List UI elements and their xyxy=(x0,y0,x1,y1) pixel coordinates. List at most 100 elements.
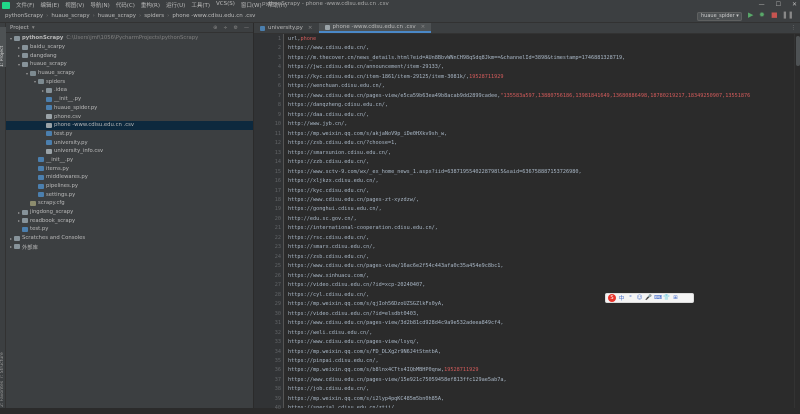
line-number: 14 xyxy=(253,158,281,167)
breadcrumb-item[interactable]: phone -www.cdisu.edu.cn .csv xyxy=(170,13,257,19)
url-value: https://smarxunion.cdisu.edu.cn/, xyxy=(288,150,391,156)
emoji-icon[interactable]: ☺ xyxy=(636,295,643,301)
tree-item[interactable]: ▾huaue_scrapy xyxy=(6,60,253,69)
window-title: pythonScrapy - phone -www.cdisu.edu.cn .… xyxy=(262,1,389,7)
line-number: 32 xyxy=(253,329,281,338)
tree-item[interactable]: middlewares.py xyxy=(6,173,253,182)
menu-item[interactable]: 重构(R) xyxy=(138,1,163,9)
url-value: https://weli.cdisu.edu.cn/, xyxy=(288,330,372,336)
toolbox-icon[interactable]: ⊞ xyxy=(672,295,679,301)
breadcrumb-item[interactable]: huaue_scrapy xyxy=(49,13,91,19)
pause-icon[interactable]: ❚❚ xyxy=(782,11,794,19)
close-tab-icon[interactable]: × xyxy=(308,25,313,31)
menu-item[interactable]: 编辑(E) xyxy=(37,1,62,9)
tree-item[interactable]: ▸Scratches and Consoles xyxy=(6,234,253,243)
code-line: https://international-cooperation.cdisu.… xyxy=(288,224,438,233)
microphone-icon[interactable]: 🎤 xyxy=(645,295,652,301)
tree-item[interactable]: pipelines.py xyxy=(6,182,253,191)
tree-item[interactable]: settings.py xyxy=(6,190,253,199)
url-value: https://wenchuan.cdisu.edu.cn/, xyxy=(288,83,385,89)
menu-item[interactable]: 导航(N) xyxy=(87,1,112,9)
line-number: 40 xyxy=(253,404,281,413)
tree-item[interactable]: ▸jingdong_scrapy xyxy=(6,208,253,217)
code-editor[interactable]: url,phonehttps://www.cdisu.edu.cn/,https… xyxy=(285,34,794,408)
line-number: 13 xyxy=(253,149,281,158)
chinese-mode-icon[interactable]: 中 xyxy=(618,294,625,302)
menu-item[interactable]: 窗口(W) xyxy=(238,1,265,9)
tree-item[interactable]: ▸.idea xyxy=(6,86,253,95)
code-line: https://jwc.cdisu.edu.cn/announcement/it… xyxy=(288,63,444,72)
more-tabs-icon[interactable]: ⋮ xyxy=(791,23,800,33)
tree-item[interactable]: scrapy.cfg xyxy=(6,199,253,208)
tree-item[interactable]: test.py xyxy=(6,130,253,139)
code-line: https://danqzheng.cdisu.edu.cn/, xyxy=(288,101,388,110)
tree-item[interactable]: test.py xyxy=(6,225,253,234)
url-value: https://rsc.cdisu.edu.cn/, xyxy=(288,235,369,241)
tree-item[interactable]: __init__.py xyxy=(6,95,253,104)
url-value: http://www.jyb.cn/, xyxy=(288,121,347,127)
code-line: https://rsc.cdisu.edu.cn/, xyxy=(288,234,369,243)
skin-icon[interactable]: 👕 xyxy=(663,295,670,301)
debug-icon[interactable]: ✹ xyxy=(759,11,765,19)
code-line: https://daa.cdisu.edu.cn/, xyxy=(288,111,369,120)
sogou-logo-icon[interactable]: S xyxy=(608,294,616,302)
menu-item[interactable]: VCS(S) xyxy=(213,1,238,9)
editor-tab[interactable]: university.py× xyxy=(254,23,319,33)
tree-item[interactable]: university_info.csv xyxy=(6,147,253,156)
stop-icon[interactable]: ■ xyxy=(771,11,778,19)
menu-bar: 文件(F)编辑(E)视图(V)导航(N)代码(C)重构(R)运行(U)工具(T)… xyxy=(0,0,800,10)
tree-item[interactable]: ▾huaue_scrapy xyxy=(6,69,253,78)
close-tab-icon[interactable]: × xyxy=(421,24,426,30)
url-value: https://zsb.cdisu.edu.cn/, xyxy=(288,254,369,260)
vertical-scrollbar[interactable] xyxy=(794,34,800,408)
code-line: http://edu.sc.gov.cn/, xyxy=(288,215,357,224)
tree-item-label: test.py xyxy=(54,131,72,137)
tree-item[interactable]: __init__.py xyxy=(6,156,253,165)
run-config-select[interactable]: huaue_spider ▾ xyxy=(697,12,742,21)
py-file-icon xyxy=(46,140,52,145)
code-line: http://www.jyb.cn/, xyxy=(288,120,347,129)
project-panel-title[interactable]: Project xyxy=(10,25,29,31)
tree-item[interactable]: huaue_spider.py xyxy=(6,104,253,113)
menu-item[interactable]: 运行(U) xyxy=(163,1,188,9)
tree-item[interactable]: ▸baidu_scarpy xyxy=(6,43,253,52)
locate-icon[interactable]: ⊕ xyxy=(213,25,217,31)
chevron-down-icon[interactable]: ▾ xyxy=(32,25,35,31)
folder-file-icon xyxy=(14,244,20,249)
line-number: 24 xyxy=(253,253,281,262)
line-number: 12 xyxy=(253,139,281,148)
tree-item[interactable]: ▸dangdang xyxy=(6,51,253,60)
punctuation-icon[interactable]: ° xyxy=(627,295,634,301)
tree-item[interactable]: phone -www.cdisu.edu.cn .csv xyxy=(6,121,253,130)
tree-item[interactable]: university.py xyxy=(6,138,253,147)
editor-tab[interactable]: phone -www.cdisu.edu.cn .csv× xyxy=(319,23,432,33)
keyboard-icon[interactable]: ⌨ xyxy=(654,295,661,301)
tree-item[interactable]: phone.csv xyxy=(6,112,253,121)
menu-item[interactable]: 视图(V) xyxy=(62,1,87,9)
tree-item[interactable]: ▸readbook_scrapy xyxy=(6,216,253,225)
tree-item-path: C:\Users\jmf\1056\PycharmProjects\python… xyxy=(66,35,198,41)
menu-item[interactable]: 工具(T) xyxy=(188,1,213,9)
tree-item[interactable]: ▾pythonScrapyC:\Users\jmf\1056\PycharmPr… xyxy=(6,34,253,43)
maximize-icon[interactable]: ☐ xyxy=(776,1,781,8)
run-icon[interactable]: ▶ xyxy=(748,11,753,19)
close-window-icon[interactable]: ✕ xyxy=(792,1,797,8)
gear-icon[interactable]: ⚙ xyxy=(234,25,238,31)
tree-item[interactable]: ▸外部库 xyxy=(6,243,253,252)
tree-item[interactable]: ▾spiders xyxy=(6,77,253,86)
scrollbar-thumb[interactable] xyxy=(796,36,800,66)
breadcrumb-item[interactable]: huaue_scrapy xyxy=(96,13,138,19)
tree-item[interactable]: items.py xyxy=(6,164,253,173)
line-number: 19 xyxy=(253,205,281,214)
folder-file-icon xyxy=(22,62,28,67)
collapse-all-icon[interactable]: ÷ xyxy=(223,25,227,31)
minimize-icon[interactable]: — xyxy=(759,1,765,8)
line-number: 5 xyxy=(253,73,281,82)
code-line: https://www.cdisu.edu.cn/pages-view/15e9… xyxy=(288,376,507,385)
menu-item[interactable]: 代码(C) xyxy=(113,1,138,9)
url-value: https://jwc.cdisu.edu.cn/announcement/it… xyxy=(288,64,444,70)
menu-item[interactable]: 文件(F) xyxy=(13,1,37,9)
hide-icon[interactable]: — xyxy=(244,25,249,31)
breadcrumb-item[interactable]: pythonScrapy xyxy=(3,13,45,19)
breadcrumb-item[interactable]: spiders xyxy=(142,13,166,19)
